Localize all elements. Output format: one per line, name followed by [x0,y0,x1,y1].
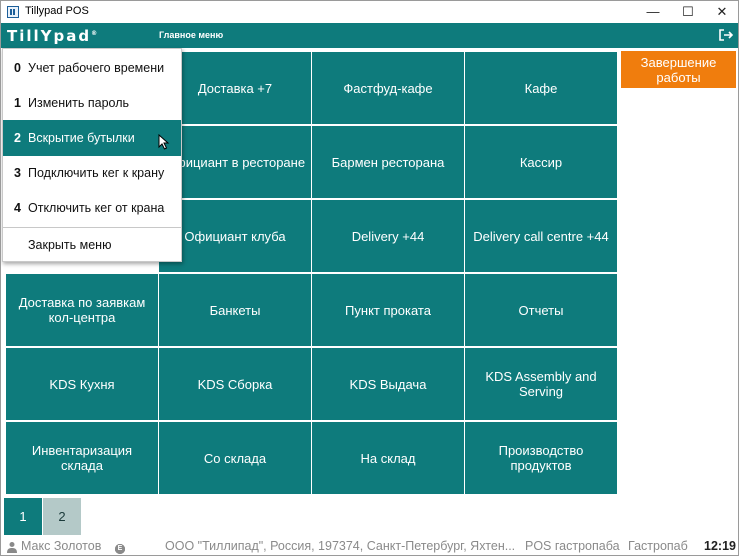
tile-cafe[interactable]: Кафе [465,52,617,124]
tile-kds-kitchen[interactable]: KDS Кухня [6,348,158,420]
maximize-button[interactable]: ☐ [671,1,705,23]
menu-item-key: 3 [14,166,21,180]
menu-item-label: Учет рабочего времени [28,61,165,75]
status-user: Макс Золотов [21,539,102,553]
menu-item-key: 1 [14,96,21,110]
status-clock: 12:19 [704,539,736,553]
status-organization: ООО "Тиллипад", Россия, 197374, Санкт-Пе… [165,539,516,553]
mouse-cursor-icon [158,134,170,150]
close-button[interactable]: ✕ [705,1,738,23]
menu-item-key: 4 [14,201,21,215]
menu-item-label: Отключить кег от крана [28,201,165,215]
tile-fastfood-cafe[interactable]: Фастфуд-кафе [312,52,464,124]
menu-item-label: Закрыть меню [28,238,112,252]
tile-rental-point[interactable]: Пункт проката [312,274,464,346]
finish-work-button[interactable]: Завершение работы [621,51,736,88]
tile-banquets[interactable]: Банкеты [159,274,311,346]
menu-item-label: Вскрытие бутылки [28,131,135,145]
app-header: TillYpad® Главное меню [1,23,738,48]
tile-cashier[interactable]: Кассир [465,126,617,198]
app-icon [7,6,19,18]
tile-kds-delivery[interactable]: KDS Выдача [312,348,464,420]
user-icon [7,542,17,553]
page-tab-1[interactable]: 1 [4,498,42,535]
status-pos: POS гастропаба [525,539,620,553]
menu-item-label: Изменить пароль [28,96,130,110]
menu-item-label: Подключить кег к крану [28,166,165,180]
tile-reports[interactable]: Отчеты [465,274,617,346]
tile-from-warehouse[interactable]: Со склада [159,422,311,494]
menu-item-key: 2 [14,131,21,145]
status-bar: Макс Золотов ФВ$Е ООО "Тиллипад", Россия… [1,537,738,555]
menu-item-connect-keg[interactable]: 3 Подключить кег к крану [3,155,181,191]
menu-item-change-password[interactable]: 1 Изменить пароль [3,85,181,121]
tile-restaurant-bartender[interactable]: Бармен ресторана [312,126,464,198]
title-bar: Tillypad POS — ☐ ✕ [1,1,738,23]
page-title: Главное меню [159,30,224,40]
tile-stock-inventory[interactable]: Инвентаризация склада [6,422,158,494]
menu-item-open-bottle[interactable]: 2 Вскрытие бутылки [3,120,181,156]
exit-icon[interactable] [718,27,734,43]
menu-item-key: 0 [14,61,21,75]
tile-call-centre-delivery[interactable]: Доставка по заявкам кол-центра [6,274,158,346]
tile-to-warehouse[interactable]: На склад [312,422,464,494]
tile-delivery-call-centre-44[interactable]: Delivery call centre +44 [465,200,617,272]
page-tab-2[interactable]: 2 [43,498,81,535]
window-title: Tillypad POS [25,5,89,17]
tillypad-logo: TillYpad® [7,27,98,45]
tile-kds-assembly[interactable]: KDS Сборка [159,348,311,420]
tile-product-production[interactable]: Производство продуктов [465,422,617,494]
menu-item-close-menu[interactable]: Закрыть меню [3,227,181,263]
minimize-button[interactable]: — [636,1,670,23]
menu-item-disconnect-keg[interactable]: 4 Отключить кег от крана [3,190,181,226]
menu-item-time-tracking[interactable]: 0 Учет рабочего времени [3,50,181,86]
pos-window: Tillypad POS — ☐ ✕ TillYpad® Главное мен… [0,0,739,556]
tile-kds-assembly-serving[interactable]: KDS Assembly and Serving [465,348,617,420]
indicator-e-icon: Е [115,544,125,554]
tile-delivery-44[interactable]: Delivery +44 [312,200,464,272]
main-dropdown-menu: 0 Учет рабочего времени 1 Изменить парол… [2,48,182,262]
status-venue: Гастропаб [628,539,688,553]
